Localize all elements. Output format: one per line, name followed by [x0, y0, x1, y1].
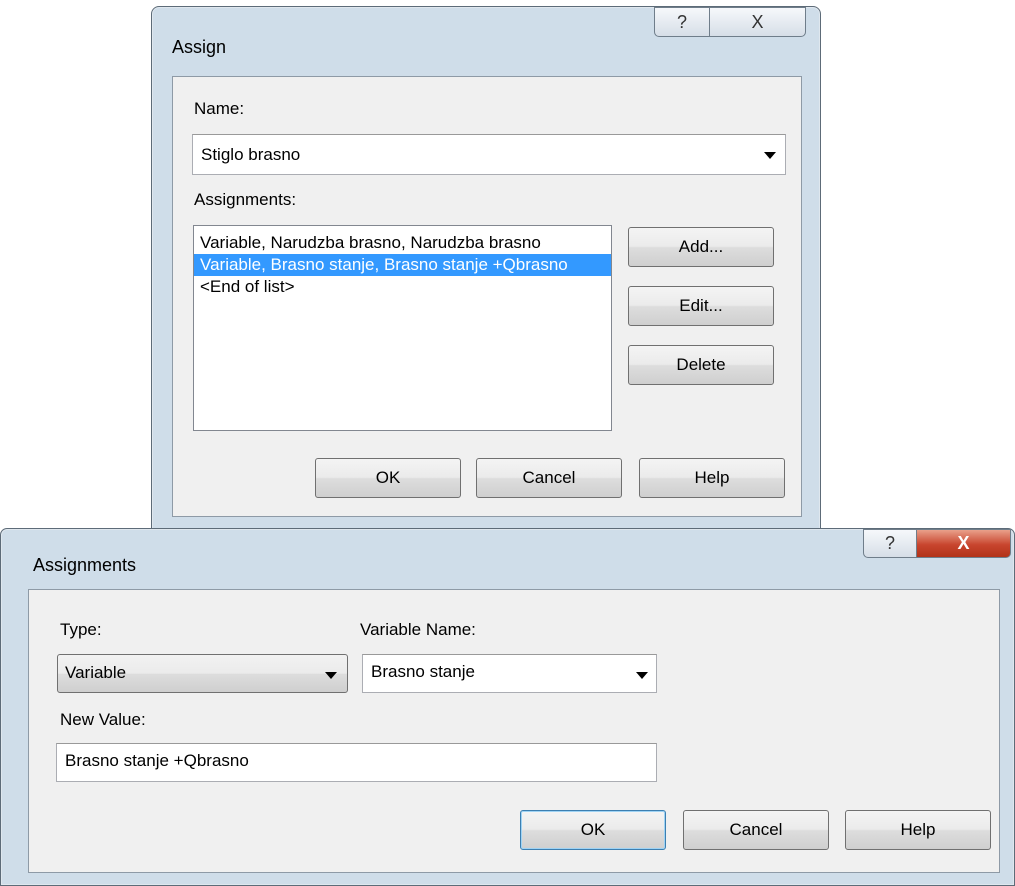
list-item[interactable]: Variable, Narudzba brasno, Narudzba bras… — [194, 232, 611, 254]
assignments-list[interactable]: Variable, Narudzba brasno, Narudzba bras… — [193, 225, 612, 431]
help-button[interactable]: Help — [845, 810, 991, 850]
ok-button[interactable]: OK — [520, 810, 666, 850]
close-glyph: X — [751, 11, 764, 32]
help-icon[interactable]: ? — [863, 529, 917, 558]
list-item-selected[interactable]: Variable, Brasno stanje, Brasno stanje +… — [194, 254, 611, 276]
close-glyph: X — [957, 533, 970, 553]
chevron-down-icon[interactable] — [764, 152, 776, 159]
name-label: Name: — [194, 99, 245, 118]
assignments-dialog: Assignments ? X Type: Variable Name: Var… — [0, 528, 1015, 886]
new-value-label: New Value: — [60, 710, 146, 729]
ok-button[interactable]: OK — [315, 458, 461, 498]
variable-name-combobox[interactable]: Brasno stanje — [362, 654, 657, 693]
new-value-input[interactable]: Brasno stanje +Qbrasno — [56, 743, 657, 782]
variable-name-label: Variable Name: — [360, 620, 476, 639]
name-combobox[interactable]: Stiglo brasno — [192, 134, 786, 175]
close-icon[interactable]: X — [710, 7, 806, 37]
type-label: Type: — [60, 620, 102, 639]
assign-dialog: Assign ? X Name: Stiglo brasno Assignmen… — [151, 6, 821, 536]
assignments-label: Assignments: — [194, 190, 297, 209]
type-value: Variable — [65, 663, 127, 682]
assign-dialog-client: Name: Stiglo brasno Assignments: Variabl… — [172, 76, 802, 517]
help-button[interactable]: Help — [639, 458, 785, 498]
help-glyph: ? — [884, 533, 895, 553]
help-glyph: ? — [676, 11, 687, 32]
new-value-text: Brasno stanje +Qbrasno — [65, 751, 249, 770]
assign-dialog-title: Assign — [172, 37, 227, 57]
chevron-down-icon[interactable] — [636, 672, 648, 679]
delete-button[interactable]: Delete — [628, 345, 774, 385]
help-icon[interactable]: ? — [654, 7, 710, 37]
assignments-dialog-client: Type: Variable Name: Variable Brasno sta… — [28, 589, 1000, 873]
add-button[interactable]: Add... — [628, 227, 774, 267]
type-select[interactable]: Variable — [57, 654, 348, 693]
edit-button[interactable]: Edit... — [628, 286, 774, 326]
assignments-dialog-title: Assignments — [33, 555, 137, 575]
chevron-down-icon[interactable] — [325, 672, 337, 679]
close-icon[interactable]: X — [917, 529, 1011, 558]
cancel-button[interactable]: Cancel — [683, 810, 829, 850]
cancel-button[interactable]: Cancel — [476, 458, 622, 498]
list-item-end[interactable]: <End of list> — [194, 276, 611, 298]
variable-name-value: Brasno stanje — [371, 662, 475, 681]
name-value: Stiglo brasno — [201, 145, 301, 164]
